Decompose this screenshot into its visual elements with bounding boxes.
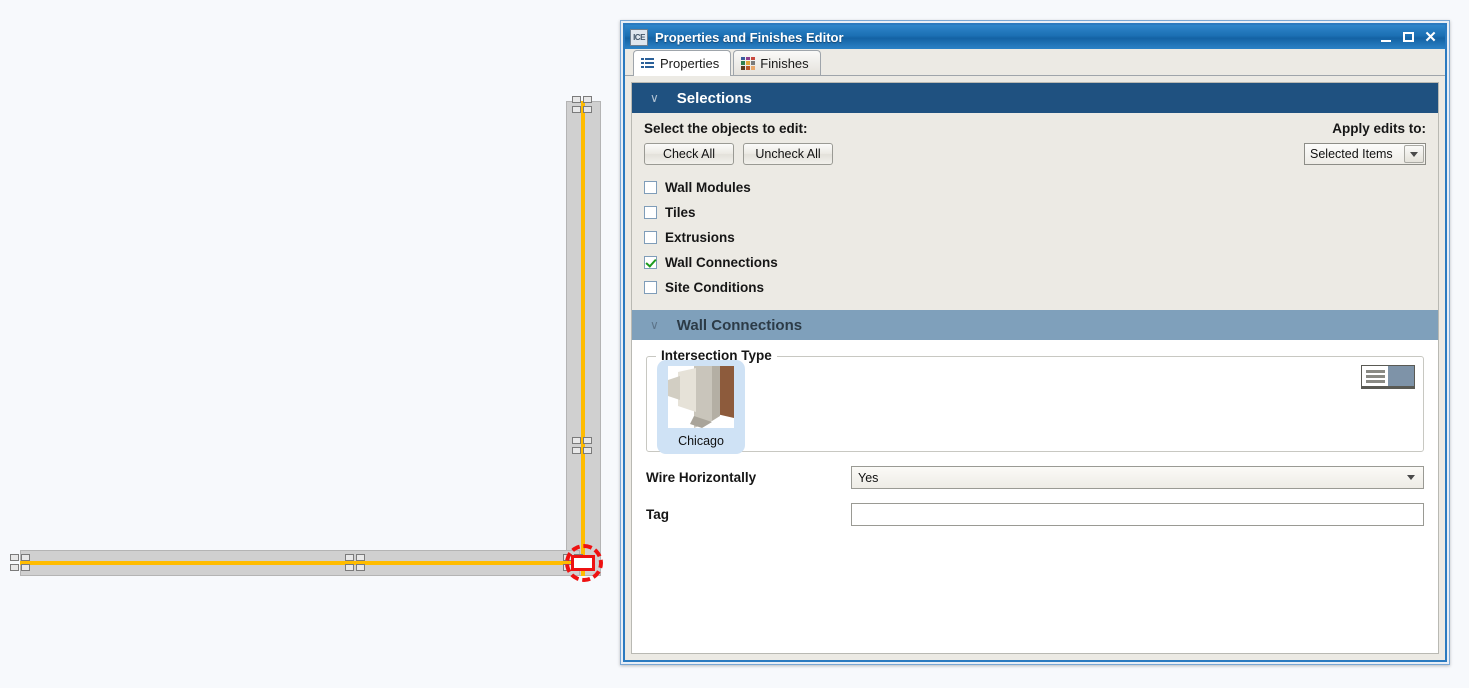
wall-corner-render — [668, 366, 734, 428]
window-controls: ✕ — [1380, 30, 1437, 45]
connector-cell — [21, 564, 30, 571]
apply-edits-label: Apply edits to: — [1332, 121, 1426, 136]
connector-cell — [583, 447, 592, 454]
connector-cell — [345, 564, 354, 571]
checkbox-label: Site Conditions — [665, 280, 764, 295]
window-titlebar[interactable]: ICE Properties and Finishes Editor ✕ — [625, 25, 1445, 49]
wire-horizontally-value: Yes — [858, 470, 879, 485]
connector-cell — [356, 554, 365, 561]
window-inner-frame: ICE Properties and Finishes Editor ✕ Pro — [623, 23, 1447, 662]
checkbox-wall-modules[interactable] — [644, 181, 657, 194]
check-buttons-row: Check All Uncheck All — [644, 143, 833, 165]
wire-horizontally-dropdown[interactable]: Yes — [851, 466, 1424, 489]
checkbox-tiles[interactable] — [644, 206, 657, 219]
view-mode-toggle — [1361, 365, 1415, 389]
selections-section-header[interactable]: ∨ Selections — [632, 83, 1438, 113]
apply-edits-dropdown[interactable]: Selected Items — [1304, 143, 1426, 165]
tag-label: Tag — [646, 507, 669, 522]
selected-connection-core — [571, 555, 595, 571]
wall-connections-panel: Intersection Type Chicago Wire Horizonta… — [632, 340, 1438, 526]
connector-cell — [345, 554, 354, 561]
checkbox-label: Wall Modules — [665, 180, 751, 195]
dialog-body: ∨ Selections Select the objects to edit:… — [631, 82, 1439, 654]
vertical-wall-centerline — [581, 101, 585, 576]
connector-cell — [583, 96, 592, 103]
wall-connector-glyph-top[interactable] — [572, 96, 594, 114]
connector-cell — [583, 106, 592, 113]
connector-cell — [356, 564, 365, 571]
connector-cell — [572, 447, 581, 454]
list-view-icon[interactable] — [1362, 366, 1388, 386]
selections-panel: Select the objects to edit: Check All Un… — [632, 113, 1438, 310]
wall-connector-glyph-horizontal-mid[interactable] — [345, 554, 367, 572]
chevron-down-icon[interactable]: ∨ — [650, 91, 659, 105]
chevron-down-icon[interactable]: ∨ — [650, 318, 659, 332]
tab-properties-label: Properties — [660, 56, 720, 71]
selections-left-group: Select the objects to edit: Check All Un… — [644, 121, 833, 165]
checkbox-row-wall-connections[interactable]: Wall Connections — [644, 250, 1426, 275]
checkbox-extrusions[interactable] — [644, 231, 657, 244]
tab-strip: Properties Finishes — [625, 49, 1445, 76]
checkbox-wall-connections[interactable] — [644, 256, 657, 269]
color-swatches-icon — [741, 56, 756, 70]
chevron-down-icon[interactable] — [1404, 145, 1424, 163]
checkbox-row-wall-modules[interactable]: Wall Modules — [644, 175, 1426, 200]
checkbox-row-site-conditions[interactable]: Site Conditions — [644, 275, 1426, 300]
chicago-thumbnail-caption: Chicago — [678, 434, 724, 448]
maximize-icon[interactable] — [1402, 31, 1415, 44]
checkbox-row-tiles[interactable]: Tiles — [644, 200, 1426, 225]
properties-finishes-editor-window[interactable]: ICE Properties and Finishes Editor ✕ Pro — [620, 20, 1450, 665]
connector-cell — [572, 437, 581, 444]
field-row-wire-horizontally: Wire Horizontally Yes — [646, 466, 1424, 489]
wall-connector-glyph-mid[interactable] — [572, 437, 594, 455]
chevron-down-icon[interactable] — [1407, 475, 1415, 480]
connector-cell — [572, 96, 581, 103]
apply-edits-group: Apply edits to: Selected Items — [1304, 121, 1426, 165]
checkbox-label: Wall Connections — [665, 255, 778, 270]
connector-cell — [10, 564, 19, 571]
wall-connector-glyph-left-end[interactable] — [10, 554, 32, 572]
connector-cell — [572, 106, 581, 113]
checkbox-label: Extrusions — [665, 230, 735, 245]
horizontal-wall-centerline — [20, 561, 582, 565]
tab-finishes[interactable]: Finishes — [733, 50, 821, 75]
checkbox-site-conditions[interactable] — [644, 281, 657, 294]
chicago-thumbnail-image — [668, 366, 734, 428]
tag-input[interactable] — [851, 503, 1424, 526]
field-row-tag: Tag — [646, 503, 1424, 526]
close-icon[interactable]: ✕ — [1424, 30, 1437, 45]
wall-connections-section-header[interactable]: ∨ Wall Connections — [632, 310, 1438, 340]
app-root: ICE Properties and Finishes Editor ✕ Pro — [0, 0, 1469, 688]
intersection-type-chicago-tile[interactable]: Chicago — [657, 360, 745, 454]
intersection-type-fieldset: Intersection Type Chicago — [646, 348, 1424, 454]
connector-cell — [583, 437, 592, 444]
list-properties-icon — [641, 57, 655, 70]
object-type-checkbox-list: Wall Modules Tiles Extrusions Wall Conne… — [644, 175, 1426, 300]
selections-header-label: Selections — [676, 89, 752, 107]
checkbox-label: Tiles — [665, 205, 696, 220]
connector-cell — [21, 554, 30, 561]
check-all-button[interactable]: Check All — [644, 143, 734, 165]
wire-horizontally-label: Wire Horizontally — [646, 470, 757, 485]
select-objects-prompt: Select the objects to edit: — [644, 121, 808, 136]
thumbnail-view-icon[interactable] — [1388, 366, 1414, 386]
connector-cell — [10, 554, 19, 561]
minimize-icon[interactable] — [1380, 31, 1393, 44]
tab-properties[interactable]: Properties — [633, 50, 732, 76]
app-icon: ICE — [630, 28, 648, 46]
selections-top-row: Select the objects to edit: Check All Un… — [644, 121, 1426, 165]
uncheck-all-button[interactable]: Uncheck All — [743, 143, 833, 165]
tab-finishes-label: Finishes — [760, 55, 809, 71]
window-title: Properties and Finishes Editor — [655, 29, 844, 45]
checkbox-row-extrusions[interactable]: Extrusions — [644, 225, 1426, 250]
wall-connections-header-label: Wall Connections — [676, 316, 803, 334]
apply-edits-value: Selected Items — [1310, 147, 1393, 161]
